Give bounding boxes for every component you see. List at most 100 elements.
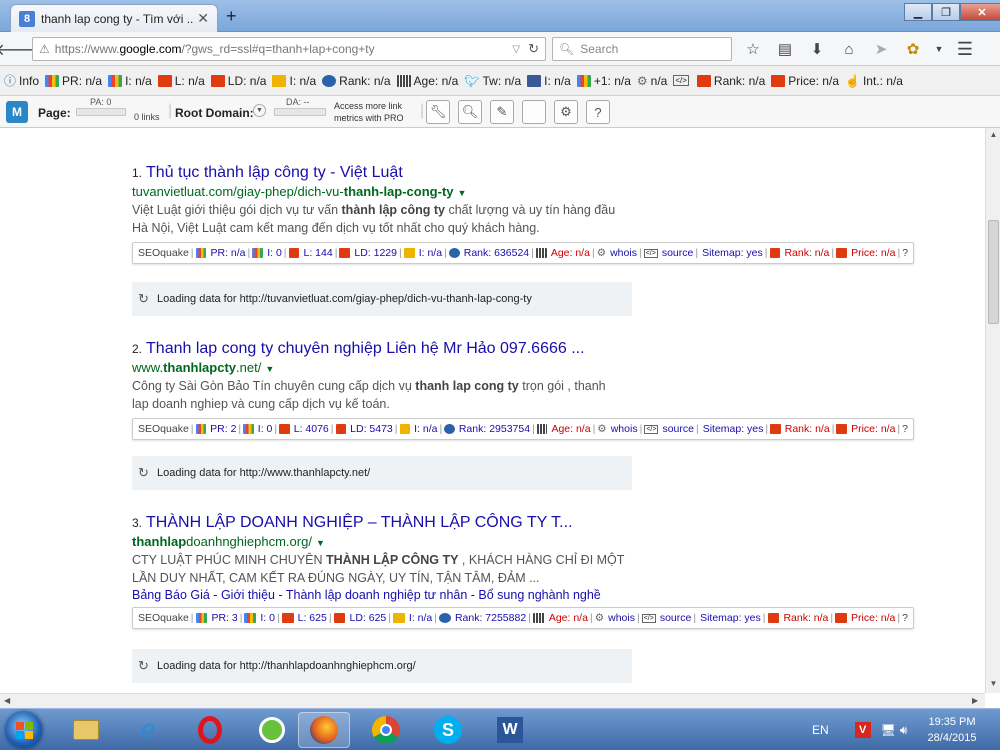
price-value[interactable]: Price: n/a <box>851 247 895 259</box>
index-value[interactable]: I: 0 <box>260 612 275 624</box>
pr-value[interactable]: PR: 3 <box>211 612 237 624</box>
seoquake-toolbar-item[interactable]: 🐦︎ Tw: n/a <box>464 74 521 88</box>
source-link[interactable]: source <box>662 247 694 259</box>
pr-value[interactable]: PR: 2 <box>210 423 236 435</box>
scroll-left-icon[interactable]: ◀ <box>4 696 10 705</box>
result-url[interactable]: thanhlapdoanhnghiephcm.org/ ▼ <box>132 534 652 549</box>
scroll-up-icon[interactable]: ▲ <box>988 130 999 142</box>
addon-dropdown-icon[interactable]: ▼ <box>932 36 946 62</box>
addon-icon[interactable]: ✿ <box>900 36 926 62</box>
seoquake-brand[interactable]: SEOquake <box>138 247 189 259</box>
rank-value[interactable]: Rank: 2953754 <box>459 423 530 435</box>
help-link[interactable]: ? <box>902 247 908 259</box>
home-icon[interactable]: ⌂ <box>836 36 862 62</box>
internet-explorer-icon[interactable]: e <box>122 712 174 748</box>
sitemap-value[interactable]: Sitemap: yes <box>702 247 763 259</box>
price-value[interactable]: Price: n/a <box>851 612 895 624</box>
pr-value[interactable]: PR: n/a <box>210 247 245 259</box>
network-icon[interactable]: 🖥 <box>881 723 896 737</box>
age-value[interactable]: Age: n/a <box>551 247 590 259</box>
tab-close-icon[interactable]: ✕ <box>197 10 209 27</box>
highlight-icon[interactable] <box>522 100 546 124</box>
seoquake-brand[interactable]: SEOquake <box>138 612 189 624</box>
root-domain-dropdown-icon[interactable]: ▼ <box>253 104 266 117</box>
seoquake-toolbar-item[interactable]: Price: n/a <box>771 74 839 88</box>
minimize-button[interactable]: ▁ <box>904 3 932 21</box>
file-explorer-icon[interactable] <box>60 712 112 748</box>
whois-link[interactable]: whois <box>610 247 637 259</box>
skype-icon[interactable]: S <box>422 712 474 748</box>
rank-value[interactable]: Rank: 7255882 <box>455 612 526 624</box>
reload-icon[interactable]: ↻ <box>528 41 539 57</box>
opera-icon[interactable] <box>184 712 236 748</box>
index2-value[interactable]: I: n/a <box>409 612 432 624</box>
moz-logo-icon[interactable]: M <box>6 101 28 123</box>
horizontal-scrollbar[interactable]: ◀ ▶ <box>0 693 985 708</box>
index2-value[interactable]: I: n/a <box>414 423 437 435</box>
seoquake-toolbar-item[interactable]: L: n/a <box>157 74 205 88</box>
url-dropdown-icon[interactable]: ▼ <box>265 364 274 374</box>
wrench-icon[interactable]: 🔧︎ <box>426 100 450 124</box>
ld-value[interactable]: LD: 625 <box>349 612 386 624</box>
help-link[interactable]: ? <box>902 423 908 435</box>
result-url[interactable]: tuvanvietluat.com/giay-phep/dich-vu-than… <box>132 184 652 199</box>
vertical-scrollbar[interactable]: ▲ ▼ <box>985 128 1000 693</box>
search-input[interactable]: 🔍︎ Search <box>552 37 732 61</box>
age-value[interactable]: Age: n/a <box>551 423 590 435</box>
url-dropdown-icon[interactable]: ▽ <box>512 44 520 55</box>
seoquake-toolbar-item[interactable]: ⚙ n/a <box>637 74 667 88</box>
help-link[interactable]: ? <box>902 612 908 624</box>
url-bar[interactable]: ⚠ https://www.google.com/?gws_rd=ssl#q=t… <box>32 37 546 61</box>
seoquake-toolbar-item[interactable]: LD: n/a <box>210 74 266 88</box>
index2-value[interactable]: I: n/a <box>419 247 442 259</box>
sitemap-value[interactable]: Sitemap: yes <box>700 612 761 624</box>
whois-link[interactable]: whois <box>608 612 635 624</box>
chrome-icon[interactable] <box>360 712 412 748</box>
pencil-icon[interactable]: ✎ <box>490 100 514 124</box>
language-indicator[interactable]: EN <box>812 723 829 737</box>
clock[interactable]: 19:35 PM 28/4/2015 <box>918 714 986 746</box>
send-icon[interactable]: ➤ <box>868 36 894 62</box>
seoquake-toolbar-item[interactable]: I: n/a <box>527 74 571 88</box>
firefox-icon[interactable] <box>298 712 350 748</box>
seoquake-toolbar-item[interactable]: Age: n/a <box>396 74 458 88</box>
download-icon[interactable]: ⬇ <box>804 36 830 62</box>
start-button[interactable] <box>6 712 42 748</box>
scroll-thumb[interactable] <box>988 220 999 324</box>
rank2-value[interactable]: Rank: n/a <box>784 247 829 259</box>
seoquake-toolbar-item[interactable]: I: n/a <box>272 74 316 88</box>
scroll-down-icon[interactable]: ▼ <box>988 679 999 691</box>
magnifier-icon[interactable]: 🔍︎ <box>458 100 482 124</box>
seoquake-toolbar-item[interactable]: ☝ Int.: n/a <box>845 74 903 88</box>
back-button[interactable]: 🡐 <box>0 36 38 62</box>
reading-list-icon[interactable]: ▤ <box>772 36 798 62</box>
ld-value[interactable]: LD: 5473 <box>350 423 393 435</box>
help-icon[interactable]: ? <box>586 100 610 124</box>
source-link[interactable]: source <box>662 423 694 435</box>
url-dropdown-icon[interactable]: ▼ <box>458 188 467 198</box>
rank2-value[interactable]: Rank: n/a <box>785 423 830 435</box>
volume-icon[interactable]: 🔊︎ <box>900 723 908 738</box>
seoquake-toolbar-item[interactable]: I: n/a <box>108 74 152 88</box>
result-title[interactable]: 3. THÀNH LẬP DOANH NGHIỆP – THÀNH LẬP CÔN… <box>132 514 652 532</box>
result-title[interactable]: 1. Thủ tục thành lập công ty - Việt Luật <box>132 164 652 182</box>
seoquake-toolbar-item[interactable]: +1: n/a <box>576 74 631 88</box>
antivirus-icon[interactable]: V <box>854 722 871 738</box>
source-link[interactable]: source <box>660 612 692 624</box>
bookmark-star-icon[interactable]: ☆ <box>740 36 766 62</box>
whois-link[interactable]: whois <box>611 423 638 435</box>
age-value[interactable]: Age: n/a <box>549 612 588 624</box>
links-value[interactable]: L: 144 <box>303 247 332 259</box>
rank2-value[interactable]: Rank: n/a <box>783 612 828 624</box>
moz-pro-promo[interactable]: Access more link metrics with PRO <box>334 100 404 124</box>
result-url[interactable]: www.thanhlapcty.net/▼ <box>132 360 652 375</box>
menu-icon[interactable]: ☰ <box>952 36 978 62</box>
seoquake-toolbar-item[interactable]: Rank: n/a <box>696 74 765 88</box>
seoquake-toolbar-item[interactable]: </> <box>673 75 691 86</box>
seoquake-toolbar-item[interactable]: PR: n/a <box>45 74 102 88</box>
links-value[interactable]: L: 625 <box>298 612 327 624</box>
rank-value[interactable]: Rank: 636524 <box>464 247 529 259</box>
url-dropdown-icon[interactable]: ▼ <box>316 538 325 548</box>
sitemap-value[interactable]: Sitemap: yes <box>703 423 764 435</box>
scroll-right-icon[interactable]: ▶ <box>972 696 978 705</box>
